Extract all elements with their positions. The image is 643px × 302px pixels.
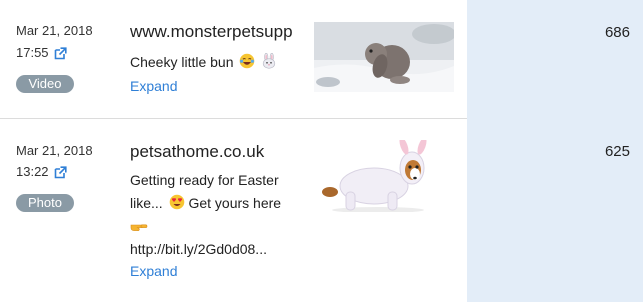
post-text-line: Get yours here <box>184 195 282 211</box>
post-text: Cheeky little bun <box>130 51 277 74</box>
post-date: Mar 21, 2018 <box>16 23 93 38</box>
laughing-tears-emoji-icon <box>240 53 255 69</box>
expand-link[interactable]: Expand <box>130 77 177 95</box>
post-text-line: Cheeky little bun <box>130 54 234 70</box>
post-text: Getting ready for Easter like... Get you… <box>130 169 281 261</box>
rabbit-in-snow-image <box>314 22 454 92</box>
post-text-line: http://bit.ly/2Gd0d08... <box>130 241 267 257</box>
external-link-icon[interactable] <box>54 46 67 60</box>
dog-in-bunny-costume-image <box>316 140 446 212</box>
post-thumbnail[interactable] <box>314 22 454 92</box>
post-time-text: 17:55 <box>16 45 49 60</box>
post-row: Mar 21, 2018 13:22 Photo petsathome.co.u… <box>0 119 643 302</box>
external-link-icon[interactable] <box>54 165 67 179</box>
post-date: Mar 21, 2018 <box>16 143 93 158</box>
post-time: 17:55 <box>16 44 67 62</box>
post-text-line: like... <box>130 195 167 211</box>
post-row: Mar 21, 2018 17:55 Video www.monsterpets… <box>0 0 643 118</box>
post-source[interactable]: www.monsterpetsupp <box>130 21 312 43</box>
heart-eyes-emoji-icon <box>169 194 184 210</box>
post-type-badge: Video <box>16 75 74 93</box>
post-thumbnail[interactable] <box>316 140 446 212</box>
post-type-badge: Photo <box>16 194 74 212</box>
post-time: 13:22 <box>16 163 67 181</box>
metric-value: 625 <box>604 143 630 160</box>
rabbit-face-emoji-icon <box>263 53 276 69</box>
post-text-line: Getting ready for Easter <box>130 172 279 188</box>
post-time-text: 13:22 <box>16 164 49 179</box>
expand-link[interactable]: Expand <box>130 262 177 280</box>
pointing-hand-emoji-icon <box>130 224 148 231</box>
post-source[interactable]: petsathome.co.uk <box>130 141 312 163</box>
metric-value: 686 <box>604 24 630 41</box>
